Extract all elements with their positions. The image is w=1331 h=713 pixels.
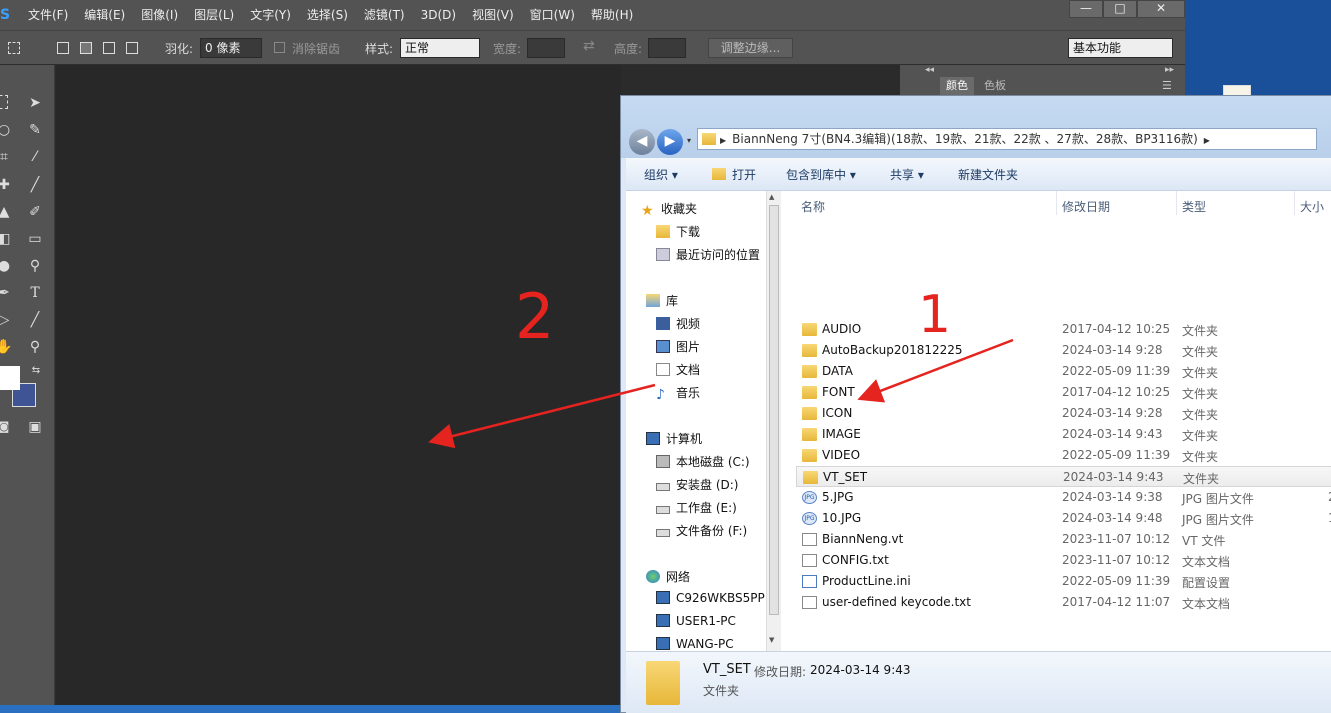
- annotation-arrow-left: [428, 383, 656, 449]
- annotation-arrow-file: [857, 338, 1014, 403]
- taskbar: [0, 705, 620, 713]
- annotation-number-two: 2: [515, 280, 554, 353]
- annotation-number-one: 1: [918, 285, 951, 345]
- annotation-overlay: 2 1: [428, 280, 1014, 449]
